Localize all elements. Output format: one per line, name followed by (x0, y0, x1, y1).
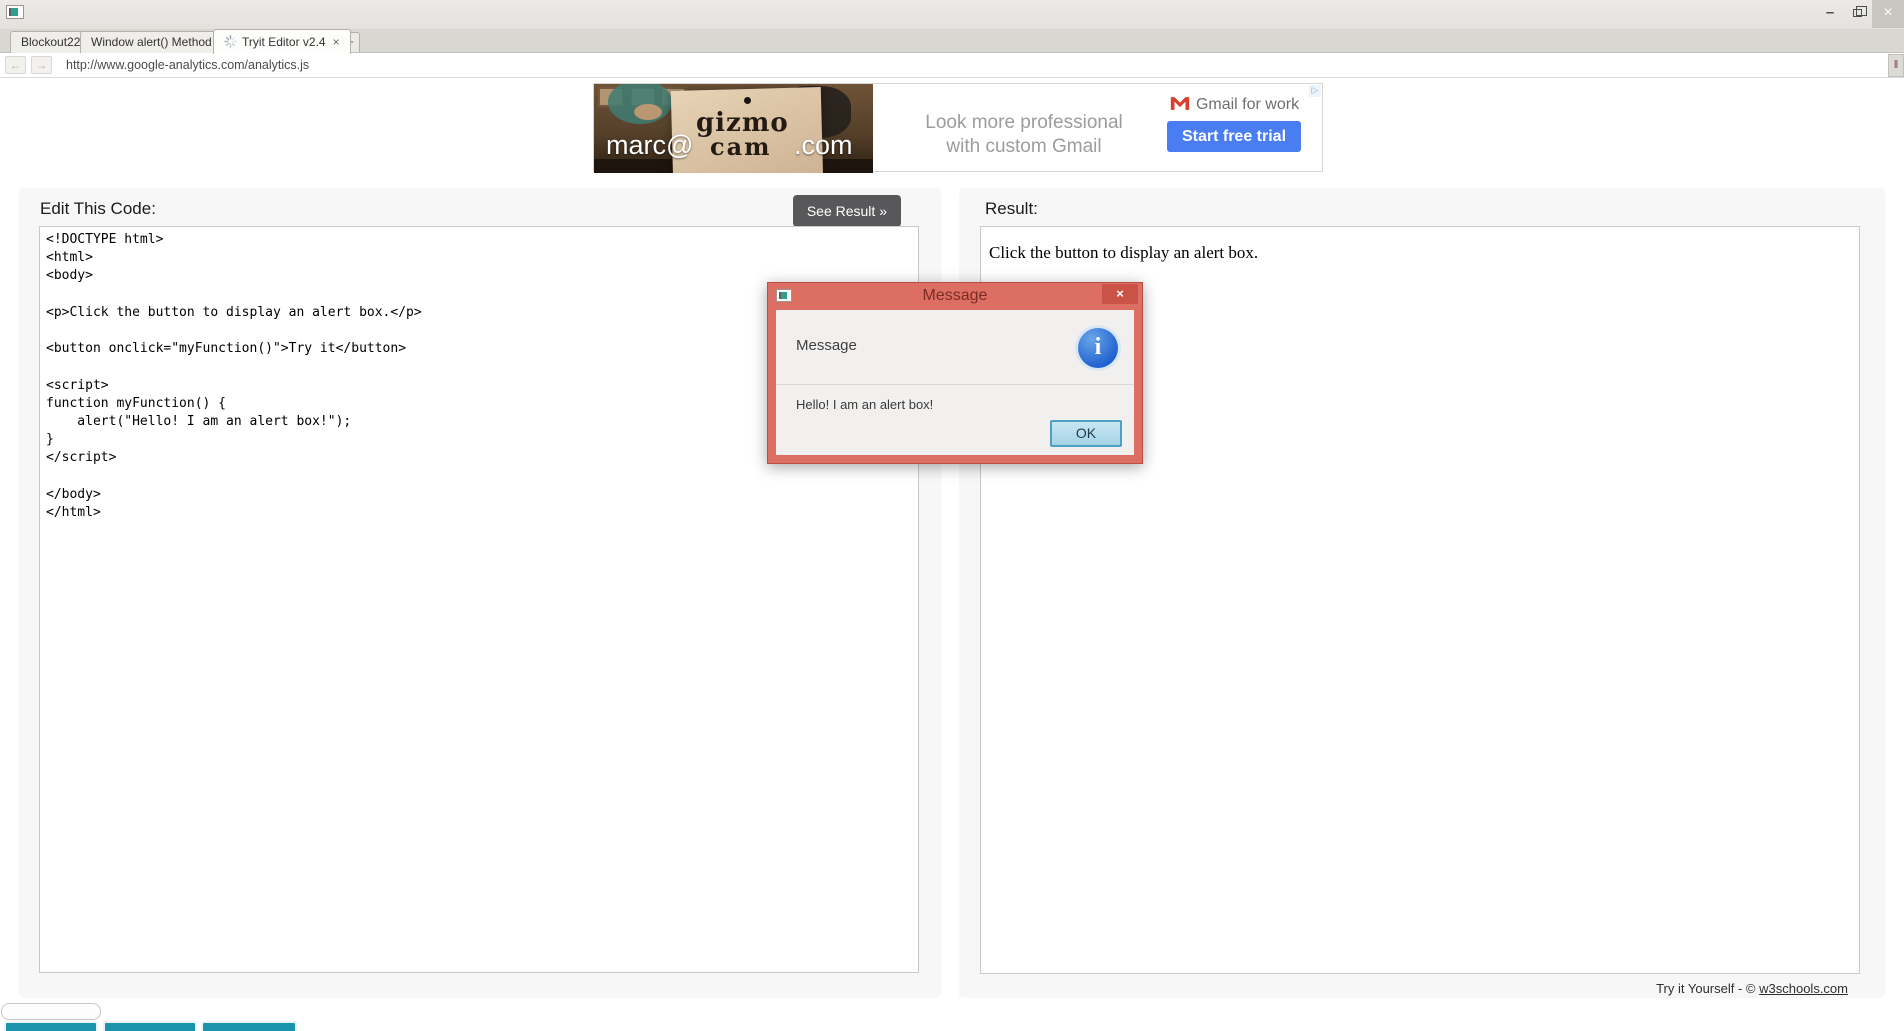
dialog-close-button[interactable]: × (1102, 284, 1138, 304)
ad-tagline-line2: with custom Gmail (884, 135, 1164, 159)
alert-dialog: Message × Message i Hello! I am an alert… (767, 282, 1143, 464)
dialog-header: Message i (776, 310, 1134, 385)
gmail-brand-label: Gmail for work (1196, 96, 1299, 113)
close-window-button[interactable]: × (1872, 0, 1904, 28)
ad-photo-lens-dot (744, 97, 751, 104)
result-paragraph: Click the button to display an alert box… (989, 243, 1851, 263)
ad-text-marc: marc@ (606, 130, 693, 161)
forward-button[interactable]: → (31, 56, 52, 74)
tab-label: Tryit Editor v2.4 (242, 35, 326, 49)
url-text[interactable]: http://www.google-analytics.com/analytic… (66, 58, 309, 72)
w3schools-link[interactable]: w3schools.com (1759, 981, 1848, 996)
taskbar-thumbnail[interactable] (201, 1021, 297, 1031)
ad-photo: marc@ gizmo cam .com (594, 84, 873, 173)
gmail-brand-row: Gmail for work (1158, 95, 1310, 114)
ok-button[interactable]: OK (1050, 420, 1122, 447)
ad-banner[interactable]: marc@ gizmo cam .com Look more professio… (593, 83, 1323, 172)
see-result-button[interactable]: See Result » (793, 195, 901, 227)
restore-button[interactable] (1844, 0, 1872, 28)
ad-tagline-line1: Look more professional (884, 111, 1164, 135)
address-bar: ← → http://www.google-analytics.com/anal… (0, 53, 1904, 78)
dialog-message: Hello! I am an alert box! (796, 397, 933, 412)
tab-window-alert-method[interactable]: Window alert() Method (80, 31, 223, 53)
ad-text-cam: cam (710, 132, 772, 161)
app-window-icon (6, 5, 24, 19)
vertical-bars-icon[interactable]: ‖ (1888, 54, 1904, 77)
taskbar-thumbnail[interactable] (103, 1021, 197, 1031)
start-free-trial-button[interactable]: Start free trial (1167, 121, 1301, 152)
tryit-footer: Try it Yourself - © w3schools.com (1656, 981, 1848, 996)
footer-text: Try it Yourself - © (1656, 981, 1759, 996)
window-titlebar: – × (0, 0, 1904, 29)
ad-gmail-block: Gmail for work Start free trial (1158, 95, 1310, 152)
ad-photo-shape (634, 104, 662, 120)
back-button[interactable]: ← (5, 56, 26, 74)
status-bubble (1, 1003, 101, 1020)
restore-icon (1853, 9, 1862, 17)
app-window-icon-pane (9, 8, 18, 16)
minimize-button[interactable]: – (1816, 0, 1844, 28)
tab-tryit-editor[interactable]: Tryit Editor v2.4 × (213, 29, 351, 54)
dialog-titlebar[interactable]: Message × (768, 283, 1142, 310)
adchoices-icon[interactable]: ▷ (1309, 85, 1321, 97)
tab-label: Blockout22 (21, 35, 80, 49)
editor-heading: Edit This Code: (40, 199, 156, 219)
result-heading: Result: (985, 199, 1038, 219)
info-icon: i (1075, 325, 1121, 371)
tab-bar: Blockout22 Window alert() Method Tryit E… (0, 29, 1904, 53)
tab-close-icon[interactable]: × (333, 35, 340, 49)
ad-tagline: Look more professional with custom Gmail (884, 111, 1164, 159)
loading-spinner-icon (224, 35, 237, 48)
ad-text-com: .com (794, 130, 853, 161)
info-icon-glyph: i (1078, 328, 1118, 368)
tab-label: Window alert() Method (91, 35, 212, 49)
gmail-logo-icon (1169, 95, 1191, 112)
dialog-title: Message (768, 287, 1142, 305)
taskbar-thumbnail[interactable] (4, 1021, 98, 1031)
dialog-body: Message i Hello! I am an alert box! OK (776, 310, 1134, 455)
dialog-header-label: Message (796, 337, 857, 354)
